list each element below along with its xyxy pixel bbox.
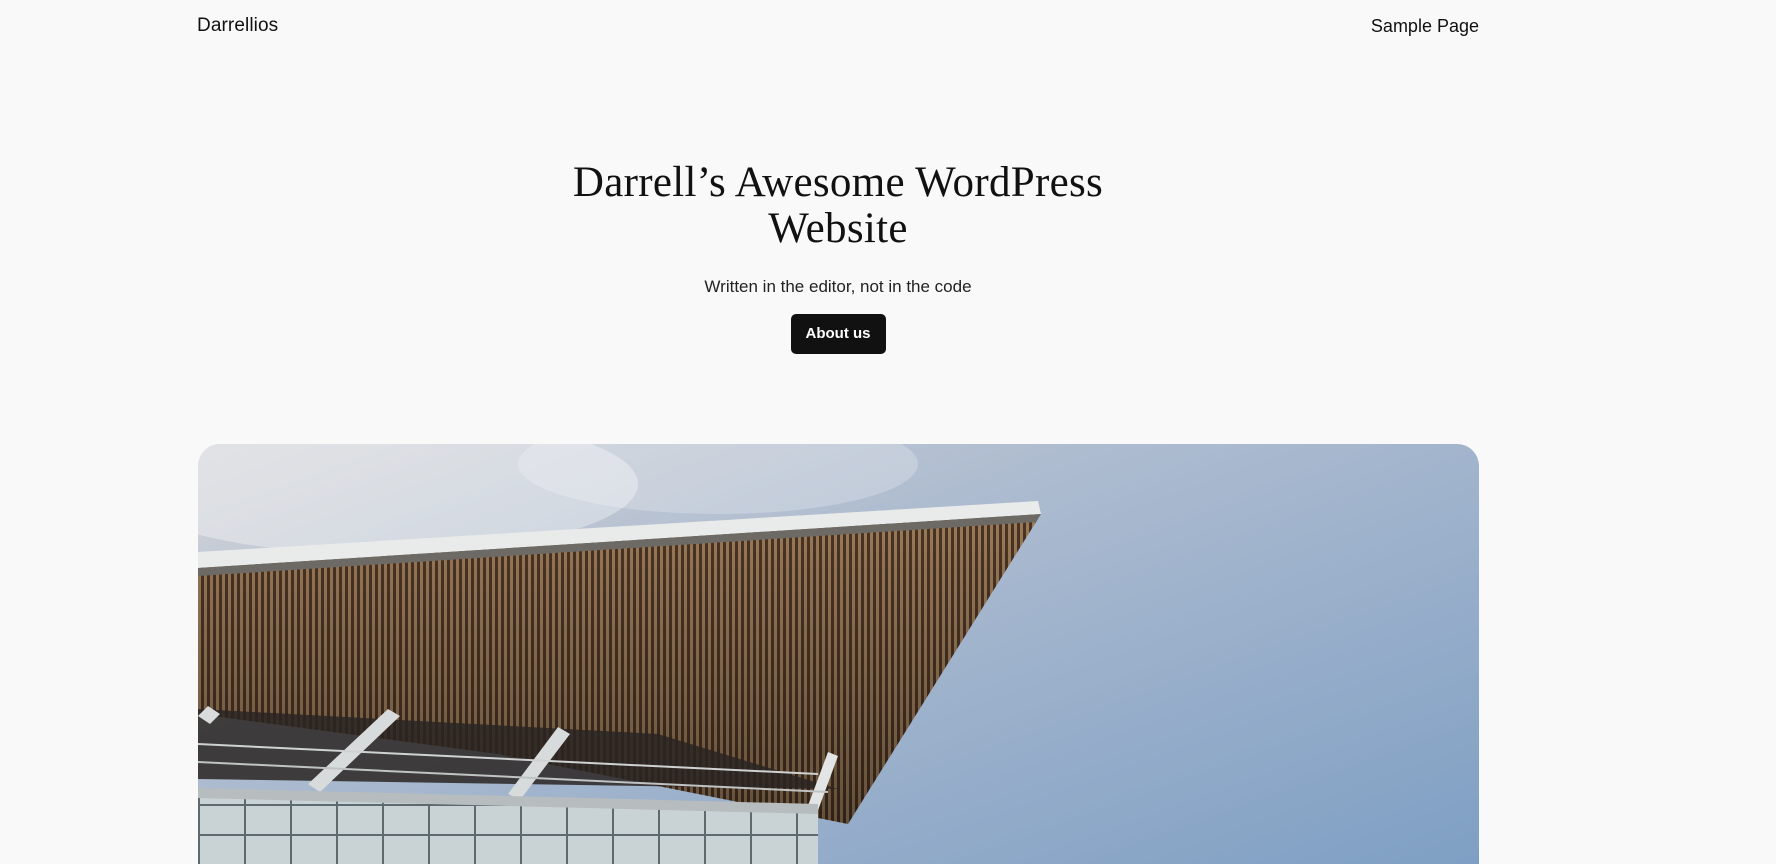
site-title-link[interactable]: Darrellios [197, 15, 278, 37]
site-header: Darrellios Sample Page [197, 0, 1479, 54]
nav-item-sample-page[interactable]: Sample Page [1371, 16, 1479, 37]
about-us-button[interactable]: About us [790, 314, 886, 354]
hero-image [198, 444, 1479, 864]
building-photo [198, 444, 1479, 864]
hero-section: Darrell’s Awesome WordPress Website Writ… [0, 160, 1676, 354]
page-title: Darrell’s Awesome WordPress Website [572, 159, 1104, 252]
hero-subtitle: Written in the editor, not in the code [704, 277, 972, 296]
